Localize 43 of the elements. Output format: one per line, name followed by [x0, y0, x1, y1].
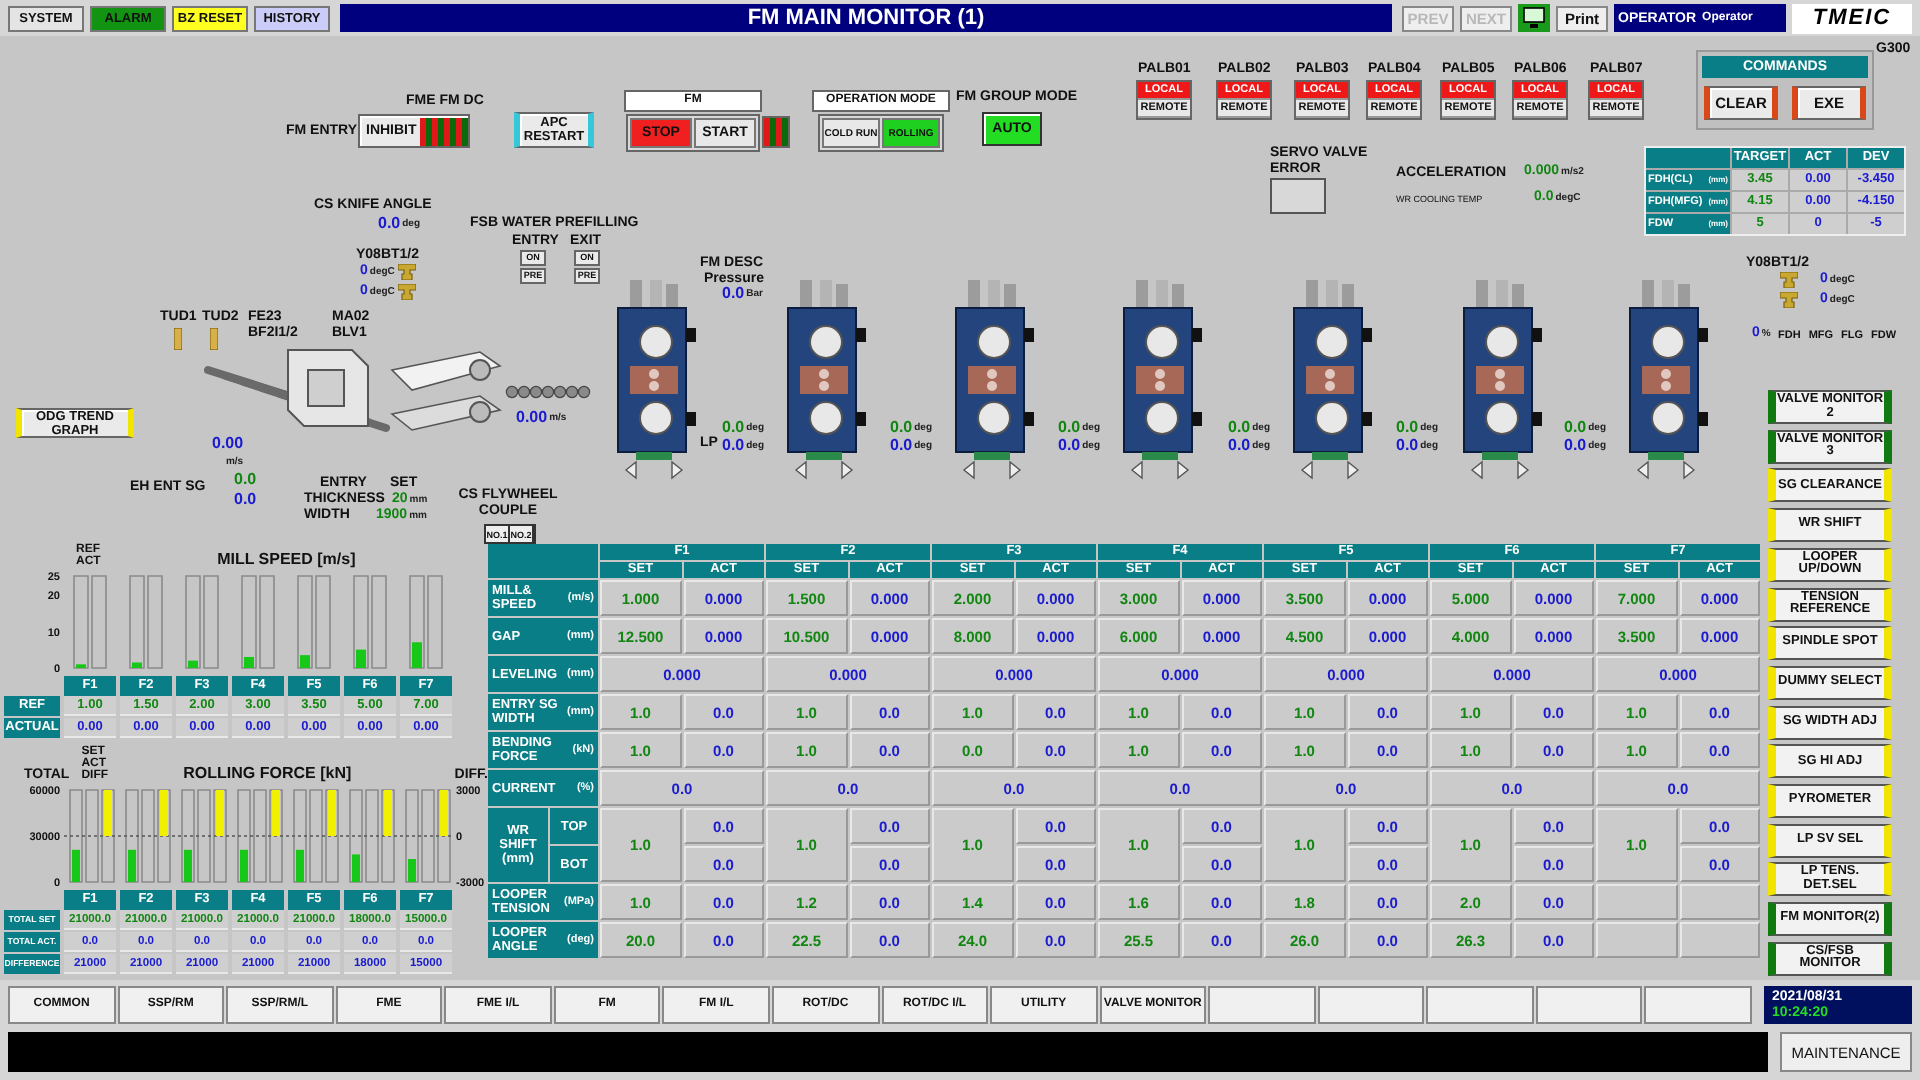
value-text: 0.0	[1058, 438, 1081, 454]
status-stripes-icon	[764, 118, 788, 146]
chart-title: ROLLING FORCE [kN]	[181, 764, 354, 782]
valve-icon	[398, 284, 416, 300]
error-indicator	[1270, 178, 1326, 214]
difference-bar	[216, 790, 224, 836]
valve-icon	[1780, 292, 1798, 308]
difference-bar	[272, 790, 280, 836]
value-text: 0.0	[890, 420, 913, 436]
value-text: 0.00	[516, 410, 548, 426]
value-text: 0.0	[1396, 420, 1419, 436]
difference-bar	[384, 790, 392, 836]
difference-bar	[440, 790, 448, 836]
difference-bar	[104, 790, 112, 836]
value-text: 0.0	[890, 438, 913, 454]
table-cell	[1679, 922, 1760, 958]
value-text: 0.0	[234, 470, 257, 488]
sensor-icon	[210, 328, 218, 350]
window-title: FM MAIN MONITOR (1)	[340, 4, 1392, 32]
logo-text: TMEIC	[1812, 6, 1892, 30]
value-text: 0.0	[1564, 420, 1587, 436]
value-text: 0.0	[1396, 438, 1419, 454]
status-stripes-icon	[420, 117, 469, 145]
value-text: 0.0	[1564, 438, 1587, 454]
value-text: 0.0	[1058, 420, 1081, 436]
valve-icon	[1780, 272, 1798, 288]
value-text: 0.0	[234, 490, 257, 508]
monitor-icon	[1518, 4, 1550, 32]
value-text: 0.0	[1228, 420, 1251, 436]
sensor-icon	[174, 328, 182, 350]
table-cell	[1596, 922, 1677, 958]
value-text: 0.0	[378, 216, 401, 232]
table-cell	[1596, 884, 1677, 920]
difference-bar	[328, 790, 336, 836]
valve-icon	[398, 264, 416, 280]
value-text: 0.0	[1228, 438, 1251, 454]
table-cell	[1679, 884, 1760, 920]
value-text: 0.0	[722, 420, 745, 436]
value-text: 0.0	[722, 286, 745, 302]
difference-bar	[160, 790, 168, 836]
chart-title: MILL SPEED [m/s]	[215, 550, 358, 568]
value-text: 0.0	[722, 438, 745, 454]
value-text: 0.00	[212, 436, 244, 452]
